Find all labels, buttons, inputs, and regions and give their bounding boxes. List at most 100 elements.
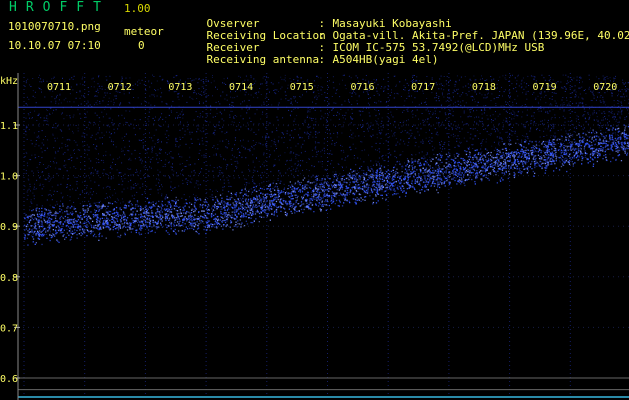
noise-speck [290, 152, 292, 154]
noise-speck [244, 79, 246, 81]
noise-speck [161, 193, 163, 195]
noise-speck [134, 119, 136, 121]
noise-speck [35, 157, 37, 158]
noise-speck [381, 129, 383, 131]
noise-speck [624, 99, 626, 101]
noise-speck [226, 166, 228, 168]
noise-speck [514, 115, 516, 117]
noise-speck [280, 88, 282, 90]
noise-speck [273, 180, 275, 182]
noise-speck [242, 216, 244, 218]
noise-speck [222, 202, 224, 203]
noise-speck [600, 125, 602, 127]
noise-speck [86, 111, 88, 113]
noise-speck [602, 75, 604, 77]
noise-speck [302, 143, 304, 145]
noise-speck [134, 226, 136, 228]
noise-speck [435, 100, 437, 102]
noise-speck [467, 116, 469, 118]
noise-speck [284, 187, 286, 189]
noise-speck [368, 154, 369, 156]
noise-speck [210, 224, 212, 226]
noise-speck [439, 83, 441, 85]
noise-speck [582, 105, 584, 107]
noise-speck [454, 101, 456, 103]
noise-speck [273, 90, 275, 91]
noise-speck [555, 105, 557, 107]
noise-speck [88, 193, 90, 195]
noise-speck [394, 121, 396, 123]
noise-speck [413, 177, 415, 179]
noise-speck [545, 102, 547, 104]
noise-speck [548, 80, 550, 81]
signal-point [164, 208, 166, 210]
noise-speck [268, 180, 270, 182]
noise-speck [158, 182, 160, 184]
noise-speck [97, 92, 99, 94]
noise-speck [207, 132, 209, 134]
noise-speck [324, 100, 326, 102]
noise-speck [617, 95, 619, 97]
signal-point [416, 191, 418, 193]
noise-speck [407, 110, 409, 112]
noise-speck [186, 121, 188, 123]
noise-speck [56, 94, 58, 96]
noise-speck [271, 131, 273, 133]
noise-speck [185, 143, 187, 145]
noise-speck [209, 156, 211, 157]
noise-speck [249, 105, 251, 107]
noise-speck [526, 133, 528, 135]
noise-speck [330, 150, 332, 152]
noise-speck [181, 111, 183, 113]
noise-speck [281, 78, 283, 80]
noise-speck [79, 90, 81, 92]
noise-speck [41, 171, 43, 173]
noise-speck [329, 133, 331, 135]
noise-speck [324, 150, 326, 152]
noise-speck [246, 192, 248, 194]
noise-speck [497, 97, 499, 98]
noise-speck [420, 123, 421, 125]
noise-speck [597, 119, 599, 121]
noise-speck [229, 105, 231, 107]
noise-speck [356, 184, 358, 186]
noise-speck [312, 118, 314, 119]
noise-speck [95, 102, 97, 104]
noise-speck [102, 155, 104, 157]
noise-speck [47, 194, 49, 196]
noise-speck [593, 95, 595, 97]
noise-speck [481, 121, 483, 123]
noise-speck [257, 97, 259, 99]
noise-speck [227, 77, 228, 79]
noise-speck [271, 104, 273, 106]
noise-speck [401, 125, 403, 127]
noise-speck [90, 197, 91, 199]
noise-speck [198, 187, 199, 189]
noise-speck [459, 145, 460, 147]
noise-speck [518, 110, 520, 112]
noise-speck [521, 86, 523, 88]
noise-speck [240, 103, 242, 105]
noise-speck [115, 98, 117, 100]
noise-speck [584, 139, 586, 141]
noise-speck [134, 222, 136, 224]
noise-speck [196, 131, 198, 133]
noise-speck [170, 181, 172, 183]
noise-speck [578, 87, 580, 89]
noise-speck [87, 105, 89, 107]
noise-speck [94, 202, 96, 204]
noise-speck [429, 156, 431, 158]
noise-speck [574, 89, 576, 91]
noise-speck [126, 122, 128, 124]
noise-speck [485, 97, 487, 99]
noise-speck [186, 160, 188, 161]
noise-speck [29, 206, 31, 208]
signal-point [221, 197, 223, 199]
noise-speck [219, 111, 221, 113]
noise-speck [435, 97, 437, 98]
noise-speck [291, 110, 293, 112]
noise-speck [399, 81, 401, 83]
noise-speck [460, 172, 462, 174]
noise-speck [156, 178, 158, 180]
noise-speck [468, 153, 470, 155]
